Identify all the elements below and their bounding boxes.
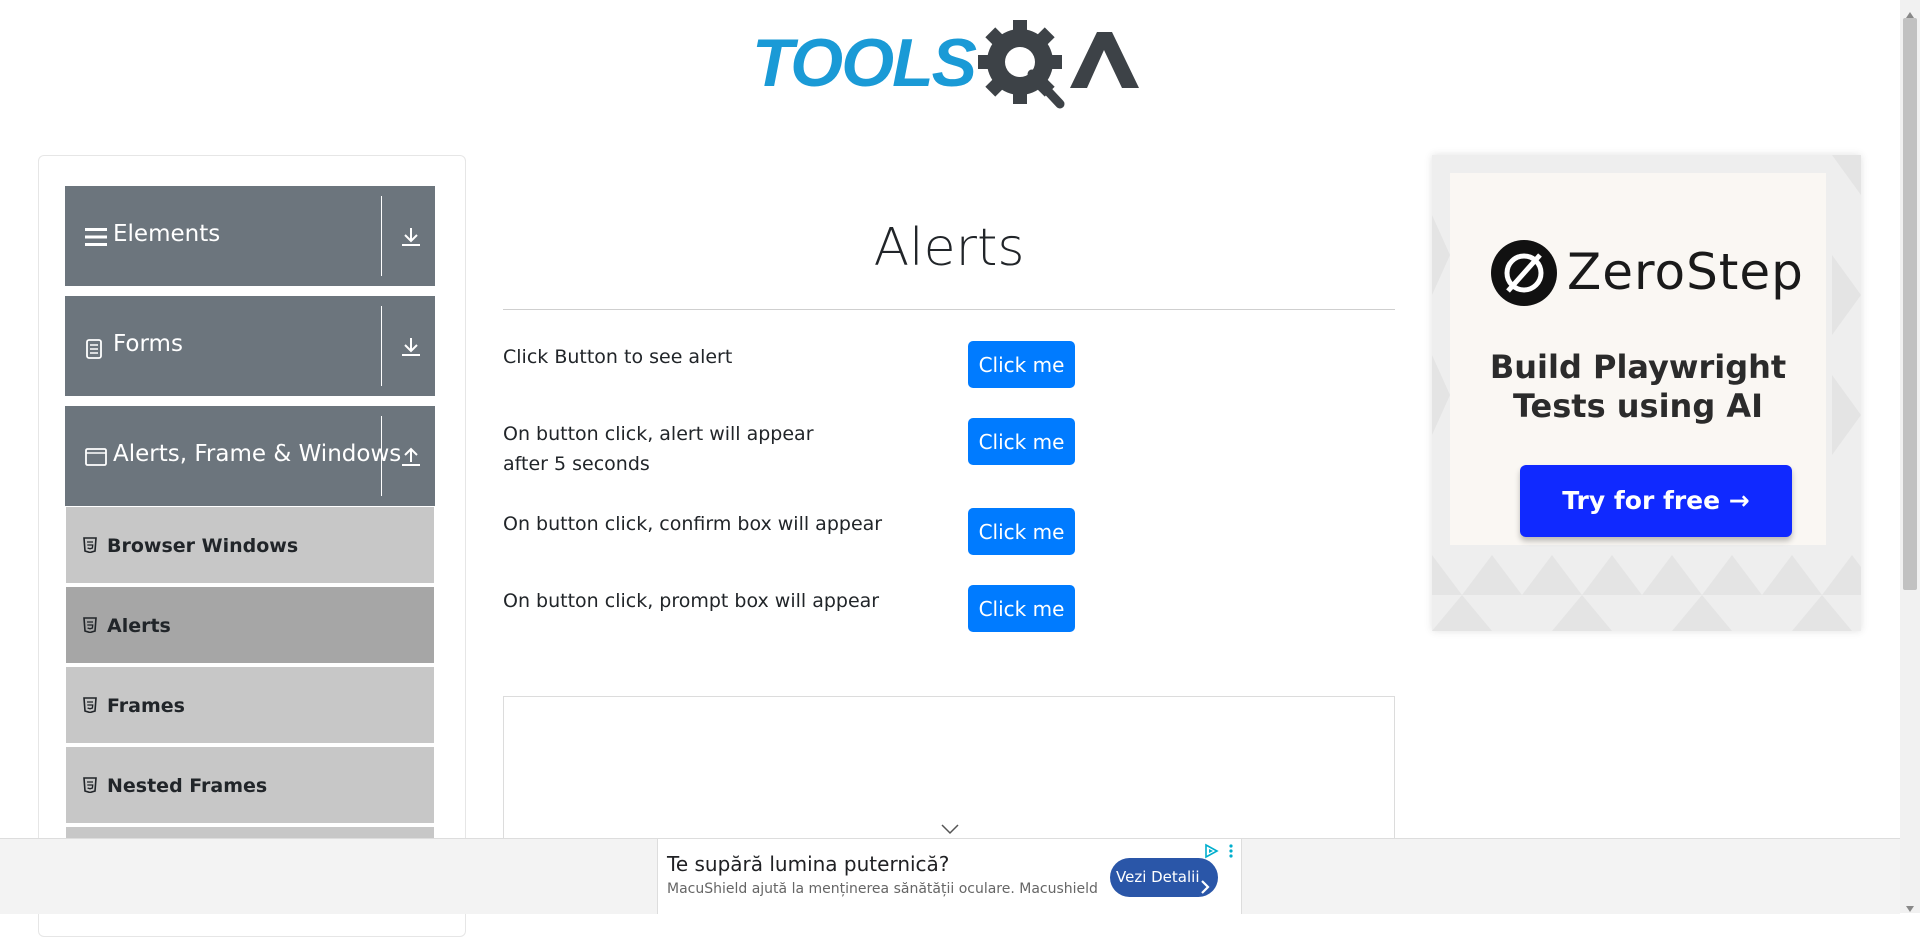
button-label: Vezi Detalii bbox=[1116, 868, 1200, 886]
hamburger-icon bbox=[85, 227, 107, 251]
group-forms[interactable]: Forms bbox=[65, 296, 435, 396]
download-arrow-icon[interactable] bbox=[400, 226, 422, 252]
zerostep-logo-icon bbox=[1490, 239, 1558, 311]
title-divider bbox=[503, 309, 1395, 310]
svg-text:TOOLS: TOOLS bbox=[752, 25, 977, 101]
group-label: Elements bbox=[113, 221, 221, 247]
html5-icon bbox=[83, 617, 97, 637]
sidebar-item-browser-windows[interactable]: Browser Windows bbox=[66, 507, 434, 585]
html5-icon bbox=[83, 777, 97, 797]
bottom-ad-bar: Te supără lumina puternică? MacuShield a… bbox=[0, 838, 1900, 914]
group-label: Alerts, Frame & Windows bbox=[113, 441, 402, 467]
row-text: On button click, prompt box will appear bbox=[503, 590, 880, 612]
sidebar-item-label: Nested Frames bbox=[107, 775, 268, 797]
sidebar-item-label: Browser Windows bbox=[107, 535, 299, 557]
bottom-banner-ad[interactable]: Te supără lumina puternică? MacuShield a… bbox=[657, 839, 1242, 914]
sidebar-item-label: Frames bbox=[107, 695, 185, 717]
group-elements[interactable]: Elements bbox=[65, 186, 435, 286]
row-text: On button click, confirm box will appear bbox=[503, 513, 883, 535]
banner-headline: Te supără lumina puternică? bbox=[667, 852, 950, 876]
scroll-down-icon[interactable] bbox=[1905, 898, 1915, 917]
more-options-icon[interactable] bbox=[1228, 843, 1234, 863]
prompt-button[interactable]: Click me bbox=[968, 585, 1075, 632]
ad-tagline: Build Playwright Tests using AI bbox=[1450, 348, 1826, 426]
group-divider bbox=[381, 416, 382, 496]
html5-icon bbox=[83, 697, 97, 717]
alert-button[interactable]: Click me bbox=[968, 341, 1075, 388]
row-text: On button click, alert will appear after… bbox=[503, 423, 814, 475]
upload-arrow-icon[interactable] bbox=[400, 446, 422, 472]
page-title: Alerts bbox=[873, 218, 1025, 278]
row-text: Click Button to see alert bbox=[503, 346, 733, 368]
group-divider bbox=[381, 196, 382, 276]
document-icon bbox=[85, 339, 103, 363]
banner-subtext: MacuShield ajută la menținerea sănătății… bbox=[667, 881, 1098, 897]
download-arrow-icon[interactable] bbox=[400, 336, 422, 362]
timer-alert-button[interactable]: Click me bbox=[968, 418, 1075, 465]
group-divider bbox=[381, 306, 382, 386]
group-alerts-frame-windows[interactable]: Alerts, Frame & Windows bbox=[65, 406, 435, 506]
tagline-line: Build Playwright bbox=[1489, 348, 1787, 386]
scrollbar-thumb[interactable] bbox=[1903, 18, 1917, 590]
sidebar-item-nested-frames[interactable]: Nested Frames bbox=[66, 747, 434, 825]
ad-card: ZeroStep Build Playwright Tests using AI… bbox=[1450, 173, 1826, 545]
group-label: Forms bbox=[113, 331, 183, 357]
chevron-down-icon[interactable] bbox=[940, 820, 960, 839]
html5-icon bbox=[83, 537, 97, 557]
zerostep-ad[interactable]: ZeroStep Build Playwright Tests using AI… bbox=[1432, 155, 1861, 631]
toolsqa-logo[interactable]: TOOLS bbox=[752, 20, 1152, 115]
vezi-detalii-button[interactable]: Vezi Detalii bbox=[1110, 858, 1218, 897]
try-for-free-button[interactable]: Try for free → bbox=[1520, 465, 1792, 537]
confirm-button[interactable]: Click me bbox=[968, 508, 1075, 555]
vertical-scrollbar[interactable] bbox=[1900, 0, 1920, 913]
chevron-right-icon bbox=[1200, 870, 1210, 909]
tagline-line: Tests using AI bbox=[1512, 387, 1764, 425]
sidebar-item-label: Alerts bbox=[107, 615, 171, 637]
sidebar-item-frames[interactable]: Frames bbox=[66, 667, 434, 745]
adchoices-icon[interactable] bbox=[1203, 843, 1219, 863]
brand-name: ZeroStep bbox=[1567, 243, 1804, 301]
window-icon bbox=[85, 448, 107, 470]
sidebar-item-alerts[interactable]: Alerts bbox=[66, 587, 434, 665]
